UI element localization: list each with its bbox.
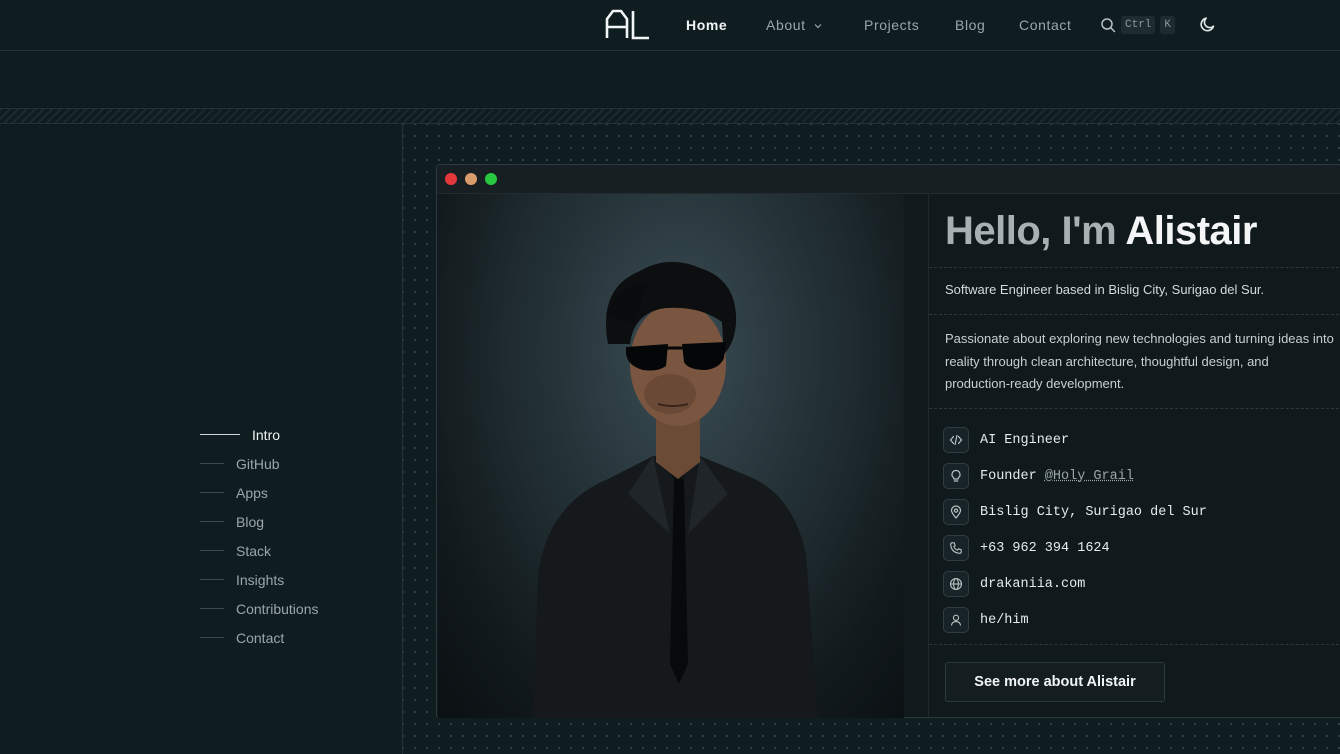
profile-info: Hello, I'm Alistair Software Engineer ba…	[928, 194, 1340, 718]
nav-about-label: About	[766, 17, 806, 33]
divider	[929, 314, 1340, 315]
toc-indicator	[200, 550, 224, 551]
search-button[interactable]: Ctrl K	[1100, 14, 1176, 36]
toc-item-contact[interactable]: Contact	[200, 623, 319, 652]
toc-item-insights[interactable]: Insights	[200, 565, 319, 594]
toc-indicator	[200, 637, 224, 638]
toc-label: Stack	[236, 542, 272, 559]
divider	[929, 267, 1340, 268]
toc-item-apps[interactable]: Apps	[200, 478, 319, 507]
phone-icon	[943, 535, 969, 561]
toc-label: Apps	[236, 484, 268, 501]
bio-line: Passionate about exploring new technolog…	[945, 331, 1334, 346]
toc-indicator	[200, 434, 240, 435]
hero-heading: Hello, I'm Alistair	[945, 206, 1257, 256]
toc-label: Contributions	[236, 600, 319, 617]
fact-website: drakaniia.com	[943, 566, 1207, 602]
bio-line: reality through clean architecture, thou…	[945, 353, 1269, 369]
globe-icon	[943, 571, 969, 597]
toc-indicator	[200, 579, 224, 580]
shortcut-key-k: K	[1160, 16, 1176, 34]
greeting-text: Hello, I'm	[945, 209, 1117, 253]
profile-name: Alistair	[1125, 209, 1257, 253]
toc-item-stack[interactable]: Stack	[200, 536, 319, 565]
code-icon	[943, 427, 969, 453]
toc-label: Blog	[236, 513, 265, 530]
bio-line: production-ready development.	[945, 376, 1125, 391]
fact-text: drakaniia.com	[980, 576, 1086, 592]
tagline: Software Engineer based in Bislig City, …	[945, 282, 1265, 297]
nav-blog[interactable]: Blog	[955, 16, 985, 34]
toc-indicator	[200, 463, 224, 464]
search-icon	[1101, 18, 1116, 33]
fact-text: he/him	[980, 612, 1029, 628]
toc-label: Contact	[236, 629, 285, 646]
toc-label: Intro	[252, 426, 281, 443]
map-pin-icon	[943, 499, 969, 525]
site-logo[interactable]	[604, 8, 650, 40]
fact-founder: Founder @Holy Grail	[943, 458, 1207, 494]
fact-text: +63 962 394 1624	[980, 540, 1110, 556]
toc-item-blog[interactable]: Blog	[200, 507, 319, 536]
founder-label: Founder	[980, 468, 1045, 484]
toc-label: Insights	[236, 571, 285, 588]
toc-indicator	[200, 521, 224, 522]
top-navbar: Home About Projects Blog Contact Ctrl K	[0, 0, 1340, 51]
see-more-button[interactable]: See more about Alistair	[945, 662, 1165, 702]
window-titlebar	[437, 165, 1340, 194]
company-link[interactable]: @Holy Grail	[1045, 469, 1134, 484]
page-toc: Intro GitHub Apps Blog Stack Insights Co…	[200, 420, 319, 652]
hatch-band	[0, 109, 1340, 124]
lightbulb-icon	[943, 463, 969, 489]
shortcut-key-ctrl: Ctrl	[1121, 16, 1156, 34]
profile-photo	[438, 194, 904, 718]
person-portrait	[533, 261, 818, 718]
divider	[929, 408, 1340, 409]
fact-location: Bislig City, Surigao del Sur	[943, 494, 1207, 530]
nav-projects[interactable]: Projects	[864, 16, 919, 34]
minimize-dot	[465, 173, 477, 185]
nav-about[interactable]: About	[766, 16, 823, 34]
toc-item-intro[interactable]: Intro	[200, 420, 319, 449]
profile-window: Hello, I'm Alistair Software Engineer ba…	[436, 164, 1340, 718]
chevron-down-icon	[814, 24, 822, 29]
fact-text: AI Engineer	[980, 432, 1070, 448]
maximize-dot	[485, 173, 497, 185]
nav-home[interactable]: Home	[686, 16, 727, 34]
toc-indicator	[200, 492, 224, 493]
toc-label: GitHub	[236, 455, 280, 472]
user-icon	[943, 607, 969, 633]
fact-role: AI Engineer	[943, 422, 1207, 458]
fact-text: Founder @Holy Grail	[980, 469, 1134, 484]
close-dot	[445, 173, 457, 185]
toc-item-contributions[interactable]: Contributions	[200, 594, 319, 623]
nav-contact[interactable]: Contact	[1019, 16, 1071, 34]
toc-indicator	[200, 608, 224, 609]
toc-item-github[interactable]: GitHub	[200, 449, 319, 478]
bio-paragraph: Passionate about exploring new technolog…	[945, 328, 1340, 396]
moon-icon[interactable]	[1199, 15, 1217, 33]
fact-pronouns: he/him	[943, 602, 1207, 638]
divider	[929, 644, 1340, 645]
fact-text: Bislig City, Surigao del Sur	[980, 504, 1207, 520]
profile-facts: AI Engineer Founder @Holy Grail Bislig C…	[943, 422, 1207, 638]
fact-phone: +63 962 394 1624	[943, 530, 1207, 566]
